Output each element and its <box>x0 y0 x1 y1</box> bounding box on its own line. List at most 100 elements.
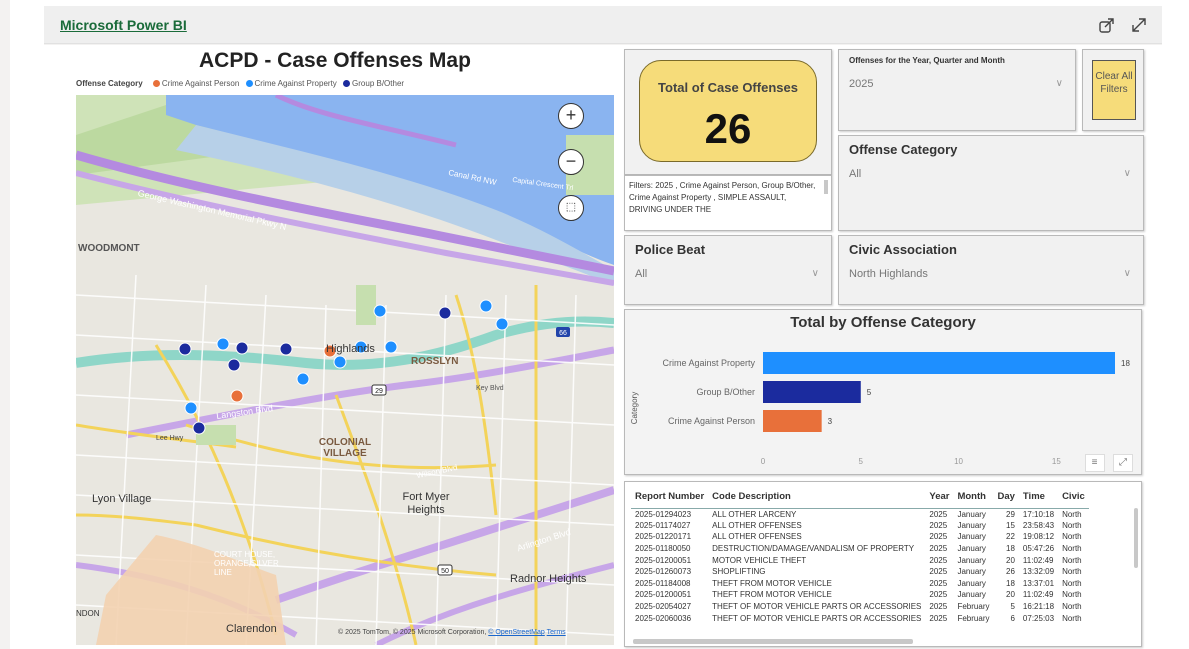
offense-point <box>495 317 509 331</box>
offense-point <box>296 372 310 386</box>
legend-title: Offense Category <box>76 79 143 88</box>
page-margin <box>0 0 10 649</box>
table-cell: 2025 <box>929 567 948 577</box>
kpi-card: Total of Case Offenses 26 <box>639 60 817 162</box>
table-row[interactable]: 2025-01174027 ALL OTHER OFFENSES 2025 Janua… <box>631 520 1089 532</box>
offense-point <box>235 341 249 355</box>
table-row[interactable]: 2025-01200051 THEFT FROM MOTOR VEHICLE 202… <box>631 589 1089 601</box>
filter-icon[interactable]: ≡ <box>1084 454 1105 472</box>
table-cell: 2025 <box>929 509 948 519</box>
offense-map[interactable]: 29 66 50 WOODMONT ROSSLYN COLONIAL VILLA… <box>76 95 614 645</box>
offense-point <box>384 340 398 354</box>
table-row[interactable]: 2025-01180050 DESTRUCTION/DAMAGE/VANDALIS… <box>631 543 1089 555</box>
route-shield-66: 66 <box>559 330 567 337</box>
table-cell: 2025-01174027 <box>635 520 691 530</box>
category-slicer-value[interactable]: All <box>849 168 861 180</box>
legend-item-person[interactable]: Crime Against Person <box>162 79 239 88</box>
clear-all-filters-button[interactable]: Clear All Filters <box>1092 60 1136 120</box>
chevron-down-icon[interactable]: ∨ <box>812 268 819 279</box>
table-cell: North <box>1062 509 1082 519</box>
road-label-lee-hwy: Lee Hwy <box>156 435 184 442</box>
table-row[interactable]: 2025-01184008 THEFT FROM MOTOR VEHICLE 202… <box>631 578 1089 590</box>
map-basemap: 29 66 50 <box>76 95 614 645</box>
chevron-down-icon[interactable]: ∨ <box>1056 78 1063 89</box>
table-cell: North <box>1062 578 1082 588</box>
header-civic[interactable]: Civic <box>1058 486 1089 509</box>
place-label-lyon-village: Lyon Village <box>92 493 152 505</box>
osm-link[interactable]: © OpenStreetMap <box>488 629 545 636</box>
bar[interactable] <box>763 381 861 403</box>
bar[interactable] <box>763 410 822 432</box>
table-cell: 13:32:09 <box>1022 567 1055 577</box>
place-label-radnor-heights: Radnor Heights <box>510 573 587 585</box>
table-cell: North <box>1062 555 1082 565</box>
zoom-out-button[interactable]: − <box>558 149 584 175</box>
offense-point <box>479 299 493 313</box>
year-slicer-value[interactable]: 2025 <box>849 78 873 90</box>
year-slicer[interactable]: Offenses for the Year, Quarter and Month… <box>838 49 1076 131</box>
select-area-button[interactable]: ⬚ <box>558 195 584 221</box>
table-cell: North <box>1062 613 1082 623</box>
header-time[interactable]: Time <box>1018 486 1059 509</box>
table-row[interactable]: 2025-01200051 MOTOR VEHICLE THEFT 2025 Janu… <box>631 554 1089 566</box>
table-cell: MOTOR VEHICLE THEFT <box>712 555 807 565</box>
focus-mode-icon[interactable]: ⤢ <box>1113 454 1133 472</box>
brand-link[interactable]: Microsoft Power BI <box>60 17 187 33</box>
table-cell: North <box>1062 590 1082 600</box>
chevron-down-icon[interactable]: ∨ <box>1124 168 1131 179</box>
table-row[interactable]: 2025-01220171 ALL OTHER OFFENSES 2025 Janua… <box>631 531 1089 543</box>
table-row[interactable]: 2025-01260073 SHOPLIFTING 2025 January 26 13:… <box>631 566 1089 578</box>
table-body: 2025-01294023 ALL OTHER LARCENY 2025 Januar… <box>631 508 1089 624</box>
table-cell: 2025 <box>929 613 948 623</box>
police-beat-slicer[interactable]: Police Beat All ∨ <box>624 235 832 305</box>
table-row[interactable]: 2025-02054027 THEFT OF MOTOR VEHICLE PART… <box>631 601 1089 613</box>
header-year[interactable]: Year <box>925 486 954 509</box>
header-code-description[interactable]: Code Description <box>708 486 926 509</box>
table-row[interactable]: 2025-02060036 THEFT OF MOTOR VEHICLE PART… <box>631 612 1089 624</box>
table-cell: 2025-01260073 <box>635 567 692 577</box>
bar[interactable] <box>763 352 1115 374</box>
table-cell: 2025-02060036 <box>635 613 692 623</box>
table-cell: ALL OTHER LARCENY <box>712 509 797 519</box>
table-cell: 11:02:49 <box>1022 555 1054 565</box>
terms-link[interactable]: Terms <box>547 629 566 636</box>
table-cell: 2025 <box>929 555 948 565</box>
civic-association-slicer[interactable]: Civic Association North Highlands ∨ <box>838 235 1144 305</box>
header-month[interactable]: Month <box>953 486 994 509</box>
civic-slicer-value[interactable]: North Highlands <box>849 268 928 280</box>
offense-category-slicer[interactable]: Offense Category All ∨ <box>838 135 1144 231</box>
table-cell: 2025-01180050 <box>635 544 691 554</box>
table-cell: 15 <box>1006 520 1015 530</box>
table-cell: 2025-01200051 <box>635 590 692 600</box>
route-shield-50: 50 <box>441 568 449 575</box>
category-label: Crime Against Property <box>662 358 755 368</box>
chart-toolbar: ≡ ⤢ <box>1081 452 1133 472</box>
table-row[interactable]: 2025-01294023 ALL OTHER LARCENY 2025 Januar… <box>631 508 1089 520</box>
table-cell: February <box>957 613 990 623</box>
beat-slicer-title: Police Beat <box>635 242 706 257</box>
legend-item-property[interactable]: Crime Against Property <box>255 79 337 88</box>
category-label: Group B/Other <box>696 387 755 397</box>
offense-point <box>192 421 206 435</box>
share-icon[interactable] <box>1098 16 1116 34</box>
table-cell: 23:58:43 <box>1022 520 1055 530</box>
header-report-number[interactable]: Report Number <box>631 486 709 509</box>
place-label-court-house: COURT HOUSE, ORANGE,SILVER LINE <box>214 550 279 577</box>
zoom-in-button[interactable]: + <box>558 103 584 129</box>
legend-item-group-b[interactable]: Group B/Other <box>352 79 404 88</box>
table-horizontal-scrollbar[interactable] <box>633 639 913 644</box>
table-cell: January <box>957 555 986 565</box>
table-cell: 11:02:49 <box>1022 590 1054 600</box>
chevron-down-icon[interactable]: ∨ <box>1124 268 1131 279</box>
offense-table[interactable]: Report Number Code Description Year Mont… <box>624 481 1142 647</box>
expand-icon[interactable] <box>1130 16 1148 34</box>
table-cell: 2025-01184008 <box>635 578 691 588</box>
offense-category-chart[interactable]: Total by Offense Category Category Crime … <box>624 309 1142 475</box>
table-vertical-scrollbar[interactable] <box>1134 508 1138 568</box>
header-day[interactable]: Day <box>993 486 1019 509</box>
filters-scrollbar[interactable] <box>824 180 828 194</box>
beat-slicer-value[interactable]: All <box>635 268 647 280</box>
bar-chart-svg: Category Crime Against Property 18 Group B/… <box>630 352 1130 466</box>
filters-summary[interactable]: Filters: 2025 , Crime Against Person, Gr… <box>624 175 832 231</box>
map-title: ACPD - Case Offenses Map <box>199 49 471 72</box>
